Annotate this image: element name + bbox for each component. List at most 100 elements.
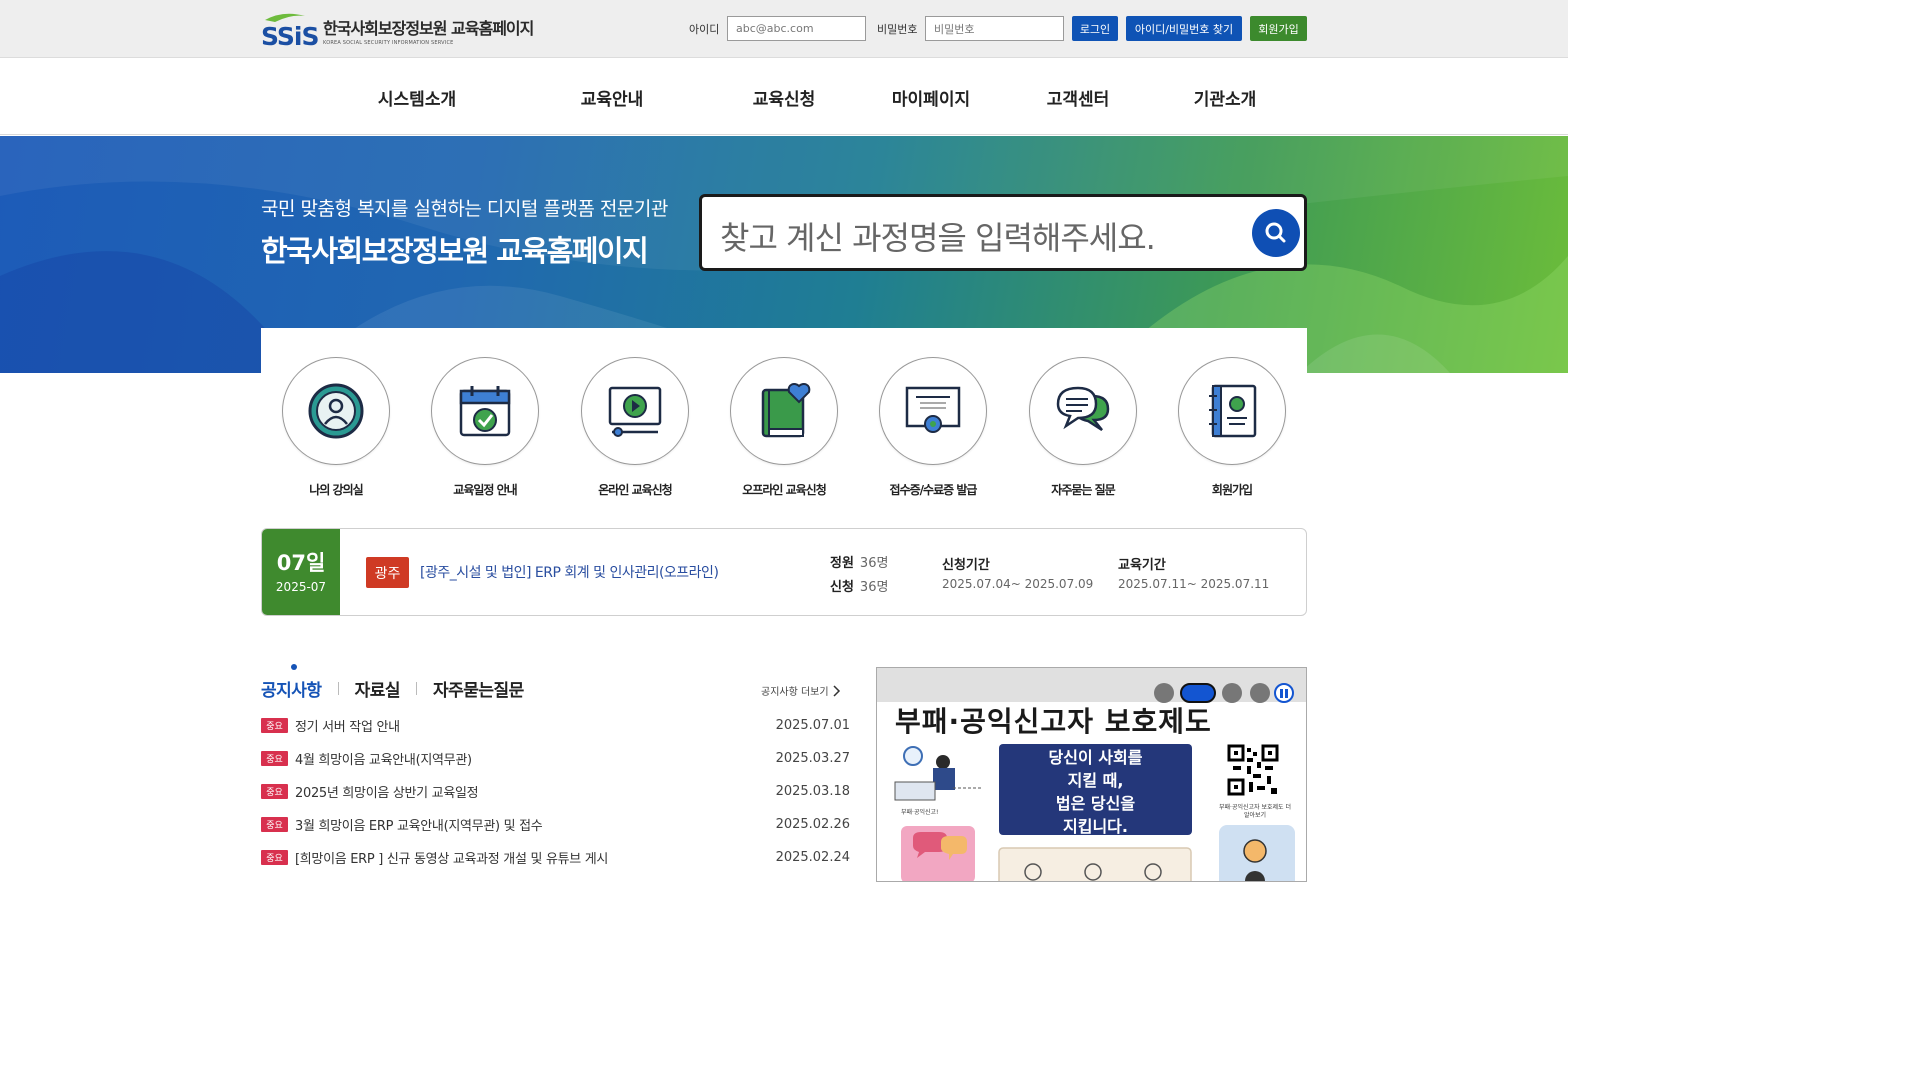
quick-label: 접수증/수료증 발급: [889, 483, 978, 497]
id-label: 아이디: [689, 23, 720, 36]
qr-caption: 부패·공익신고자 보호제도 더 알아보기: [1219, 804, 1291, 819]
schedule-date-block: 07일 2025-07: [262, 529, 340, 615]
logo-title: 한국사회보장정보원 교육홈페이지: [323, 18, 534, 38]
nav-item-system[interactable]: 시스템소개: [378, 85, 456, 110]
notice-date: 2025.07.01: [775, 717, 850, 733]
schedule-course-title[interactable]: [광주_시설 및 법인] ERP 회계 및 인사관리(오프라인): [420, 562, 719, 582]
nav-item-customer-center[interactable]: 고객센터: [1047, 85, 1110, 110]
tab-notice[interactable]: 공지사항: [261, 663, 322, 701]
lightbulb-illustration: [1219, 825, 1295, 881]
pause-icon-bar: [1280, 688, 1283, 698]
password-label: 비밀번호: [877, 23, 918, 36]
user-circle-icon: [308, 383, 364, 439]
quick-offline-apply[interactable]: 오프라인 교육신청: [709, 357, 859, 498]
find-account-button[interactable]: 아이디/비밀번호 찾기: [1126, 16, 1242, 41]
person-laptop-illustration: 부패·공익신고!: [894, 746, 981, 881]
notice-row[interactable]: 중요 정기 서버 작업 안내 2025.07.01: [261, 715, 850, 735]
quick-menu: 나의 강의실 교육일정 안내 온라인 교육신청 오프라인 교육신청 접수증/수료…: [261, 328, 1307, 508]
capacity-label: 정원: [830, 556, 854, 571]
quick-faq[interactable]: 자주묻는 질문: [1008, 357, 1158, 498]
nav-item-about[interactable]: 기관소개: [1194, 85, 1257, 110]
nav-item-apply[interactable]: 교육신청: [753, 85, 816, 110]
tab-archive[interactable]: 자료실: [355, 676, 401, 701]
id-input[interactable]: abc@abc.com: [727, 16, 866, 41]
tab-divider: [337, 681, 339, 695]
notice-title[interactable]: 3월 희망이음 ERP 교육안내(지역무관) 및 접수: [295, 815, 543, 834]
banner-line: 당신이 사회를: [1048, 748, 1143, 767]
more-label: 공지사항 더보기: [761, 687, 829, 698]
notice-date: 2025.03.18: [775, 783, 850, 799]
tab-notice-label: 공지사항: [261, 680, 322, 701]
document-illustration: [998, 847, 1192, 881]
quick-schedule[interactable]: 교육일정 안내: [410, 357, 560, 498]
applied-label: 신청: [830, 580, 854, 595]
search-button[interactable]: [1252, 209, 1300, 257]
svg-text:SSiS: SSiS: [261, 22, 318, 48]
book-heart-icon: [761, 383, 811, 438]
applied: 신청 36명: [830, 576, 888, 595]
quick-my-classroom[interactable]: 나의 강의실: [261, 357, 411, 498]
quick-label: 오프라인 교육신청: [742, 483, 826, 497]
region-badge: 광주: [366, 557, 409, 588]
nav-item-mypage[interactable]: 마이페이지: [892, 85, 970, 110]
top-bar: SSiS 한국사회보장정보원 교육홈페이지 KOREA SOCIAL SECUR…: [0, 0, 1568, 58]
capacity-value: 36명: [859, 556, 889, 571]
notice-title[interactable]: [희망이음 ERP ] 신규 동영상 교육과정 개설 및 유튜브 게시: [295, 848, 608, 867]
quick-join[interactable]: 회원가입: [1157, 357, 1307, 498]
tab-divider: [415, 681, 417, 695]
notice-date: 2025.03.27: [775, 750, 850, 766]
banner-message-box: 당신이 사회를 지킬 때, 법은 당신을 지킵니다.: [999, 744, 1192, 836]
address-book-icon: [1209, 384, 1257, 438]
schedule-month: 2025-07: [275, 580, 327, 594]
notice-title[interactable]: 2025년 희망이음 상반기 교육일정: [295, 782, 479, 801]
today-schedule-card[interactable]: 07일 2025-07 광주 [광주_시설 및 법인] ERP 회계 및 인사관…: [261, 528, 1307, 616]
notice-title[interactable]: 4월 희망이음 교육안내(지역무관): [295, 749, 472, 768]
course-search-input[interactable]: 찾고 계신 과정명을 입력해주세요.: [720, 213, 1156, 259]
main-nav: 시스템소개 교육안내 교육신청 마이페이지 고객센터 기관소개: [0, 59, 1568, 135]
login-button[interactable]: 로그인: [1072, 16, 1118, 41]
quick-certificate[interactable]: 접수증/수료증 발급: [858, 357, 1008, 498]
calendar-check-icon: [459, 386, 511, 437]
certificate-icon: [905, 386, 961, 433]
slide-dot[interactable]: [1250, 683, 1270, 703]
search-icon: [1265, 222, 1286, 243]
qr-code-icon[interactable]: [1227, 744, 1279, 796]
tab-faq[interactable]: 자주묻는질문: [433, 676, 524, 701]
course-search-box[interactable]: 찾고 계신 과정명을 입력해주세요.: [699, 194, 1307, 271]
banner-line: 지킵니다.: [1063, 817, 1128, 836]
notice-row[interactable]: 중요 2025년 희망이음 상반기 교육일정 2025.03.18: [261, 781, 850, 801]
active-tab-indicator: [291, 663, 297, 670]
join-button[interactable]: 회원가입: [1250, 16, 1307, 41]
notice-row[interactable]: 중요 3월 희망이음 ERP 교육안내(지역무관) 및 접수 2025.02.2…: [261, 814, 850, 834]
notice-row[interactable]: 중요 [희망이음 ERP ] 신규 동영상 교육과정 개설 및 유튜브 게시 2…: [261, 847, 850, 867]
notice-row[interactable]: 중요 4월 희망이음 교육안내(지역무관) 2025.03.27: [261, 748, 850, 768]
promo-banner[interactable]: 부패·공익신고자 보호제도 부패·공익신고! 당신이 사회를 지킬 때, 법은 …: [876, 667, 1307, 882]
password-input[interactable]: 비밀번호: [925, 16, 1064, 41]
banner-line: 지킬 때,: [1067, 771, 1124, 790]
banner-title: 부패·공익신고자 보호제도: [895, 705, 1212, 738]
chevron-right-icon: [833, 684, 840, 697]
notice-date: 2025.02.26: [775, 816, 850, 832]
important-badge: 중요: [261, 717, 288, 733]
apply-period-label: 신청기간: [942, 558, 990, 573]
applied-value: 36명: [859, 580, 889, 595]
edu-period: 2025.07.11~ 2025.07.11: [1118, 577, 1270, 591]
schedule-day: 07일: [276, 551, 326, 575]
notice-date: 2025.02.24: [775, 849, 850, 865]
quick-label: 회원가입: [1211, 483, 1253, 497]
quick-online-apply[interactable]: 온라인 교육신청: [560, 357, 710, 498]
hero-subtitle: 국민 맞춤형 복지를 실현하는 디지털 플랫폼 전문기관: [261, 198, 668, 220]
apply-period: 2025.07.04~ 2025.07.09: [942, 577, 1094, 591]
slide-dot[interactable]: [1222, 683, 1242, 703]
quick-label: 자주묻는 질문: [1051, 483, 1115, 497]
ssis-logo-icon: SSiS: [261, 13, 319, 48]
chat-bubbles-icon: [1056, 386, 1110, 432]
site-logo[interactable]: SSiS 한국사회보장정보원 교육홈페이지 KOREA SOCIAL SECUR…: [261, 12, 534, 48]
video-play-icon: [608, 386, 662, 437]
figure-caption: 부패·공익신고!: [901, 808, 938, 816]
notice-more-link[interactable]: 공지사항 더보기: [761, 683, 843, 698]
nav-item-education-info[interactable]: 교육안내: [581, 85, 644, 110]
pause-button[interactable]: [1274, 683, 1294, 703]
pause-icon-bar: [1285, 688, 1288, 698]
notice-title[interactable]: 정기 서버 작업 안내: [295, 716, 400, 735]
